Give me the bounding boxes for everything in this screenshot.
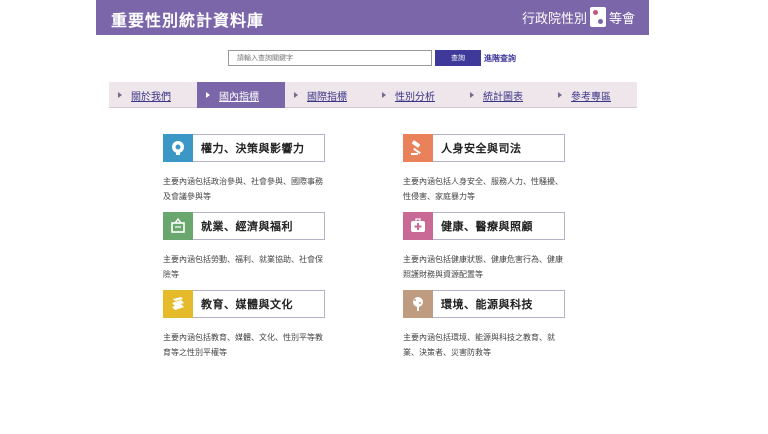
triangle-right-icon bbox=[294, 92, 298, 98]
category-link[interactable]: 權力、決策與影響力 bbox=[163, 133, 325, 162]
category-description: 主要內涵包括勞動、福利、就業協助、社會保險等 bbox=[163, 255, 323, 279]
category-card-employment: 就業、經濟與福利 主要內涵包括勞動、福利、就業協助、社會保險等 bbox=[163, 211, 373, 282]
category-description: 主要內涵包括人身安全、服務人力、性騷擾、性侵害、家庭暴力等 bbox=[403, 177, 563, 201]
lightbulb-head-icon bbox=[163, 133, 193, 162]
nav-item-about[interactable]: 關於我們 bbox=[109, 82, 197, 108]
category-link[interactable]: 就業、經濟與福利 bbox=[163, 211, 325, 240]
category-description: 主要內涵包括政治參與、社會參與、國際事務及會議參與等 bbox=[163, 177, 323, 201]
nav-item-label: 統計圖表 bbox=[483, 91, 523, 103]
nav-item-gender-analysis[interactable]: 性別分析 bbox=[373, 82, 461, 108]
triangle-right-icon bbox=[382, 92, 386, 98]
category-title: 教育、媒體與文化 bbox=[201, 298, 293, 311]
advanced-search-link[interactable]: 進階查詢 bbox=[484, 53, 516, 64]
category-link[interactable]: 環境、能源與科技 bbox=[403, 289, 565, 318]
basket-icon bbox=[163, 211, 193, 240]
site-title[interactable]: 重要性別統計資料庫 bbox=[111, 7, 264, 31]
triangle-right-icon bbox=[558, 92, 562, 98]
search-button[interactable]: 查詢 bbox=[435, 50, 481, 66]
triangle-right-icon bbox=[470, 92, 474, 98]
category-title: 健康、醫療與照顧 bbox=[441, 220, 533, 233]
books-icon bbox=[163, 289, 193, 318]
category-card-environment: 環境、能源與科技 主要內涵包括環境、能源與科技之教育、就業、決策者、災害防救等 bbox=[403, 289, 613, 360]
site-header: 重要性別統計資料庫 行政院性別 等會 bbox=[96, 0, 649, 35]
triangle-right-icon bbox=[118, 92, 122, 98]
nav-item-reference[interactable]: 參考專區 bbox=[549, 82, 637, 108]
search-input[interactable] bbox=[228, 50, 432, 66]
nav-item-statistical-charts[interactable]: 統計圖表 bbox=[461, 82, 549, 108]
category-title: 權力、決策與影響力 bbox=[201, 142, 305, 155]
nav-item-label: 性別分析 bbox=[395, 91, 435, 103]
category-link[interactable]: 健康、醫療與照顧 bbox=[403, 211, 565, 240]
triangle-right-icon bbox=[206, 92, 210, 98]
tree-icon bbox=[403, 289, 433, 318]
nav-item-international-indicators[interactable]: 國際指標 bbox=[285, 82, 373, 108]
category-card-safety-justice: 人身安全與司法 主要內涵包括人身安全、服務人力、性騷擾、性侵害、家庭暴力等 bbox=[403, 133, 613, 204]
category-link[interactable]: 人身安全與司法 bbox=[403, 133, 565, 162]
category-title: 就業、經濟與福利 bbox=[201, 220, 293, 233]
nav-item-domestic-indicators[interactable]: 國內指標 bbox=[197, 82, 285, 108]
org-name-right: 等會 bbox=[608, 11, 635, 27]
category-card-health: 健康、醫療與照顧 主要內涵包括健康狀態、健康危害行為、健康照護財務與資源配置等 bbox=[403, 211, 613, 282]
org-name-left: 行政院性別 bbox=[521, 11, 587, 27]
category-title: 人身安全與司法 bbox=[441, 142, 522, 155]
gender-equality-logo-icon bbox=[589, 7, 606, 27]
category-description: 主要內涵包括環境、能源與科技之教育、就業、決策者、災害防救等 bbox=[403, 333, 555, 357]
category-description: 主要內涵包括教育、媒體、文化、性別平等教育等之性別平權等 bbox=[163, 333, 323, 357]
nav-item-label: 國際指標 bbox=[307, 91, 347, 103]
main-nav: 關於我們 國內指標 國際指標 性別分析 統計圖表 參考專區 bbox=[109, 82, 637, 108]
nav-item-label: 國內指標 bbox=[219, 91, 259, 103]
nav-item-label: 關於我們 bbox=[131, 91, 171, 103]
category-title: 環境、能源與科技 bbox=[441, 298, 533, 311]
category-description: 主要內涵包括健康狀態、健康危害行為、健康照護財務與資源配置等 bbox=[403, 255, 563, 279]
org-logo[interactable]: 行政院性別 等會 bbox=[522, 7, 635, 27]
medical-kit-icon bbox=[403, 211, 433, 240]
gavel-icon bbox=[403, 133, 433, 162]
category-card-power: 權力、決策與影響力 主要內涵包括政治參與、社會參與、國際事務及會議參與等 bbox=[163, 133, 373, 204]
category-card-education: 教育、媒體與文化 主要內涵包括教育、媒體、文化、性別平等教育等之性別平權等 bbox=[163, 289, 373, 360]
category-link[interactable]: 教育、媒體與文化 bbox=[163, 289, 325, 318]
search-bar: 查詢 進階查詢 bbox=[228, 50, 516, 66]
nav-item-label: 參考專區 bbox=[571, 91, 611, 103]
